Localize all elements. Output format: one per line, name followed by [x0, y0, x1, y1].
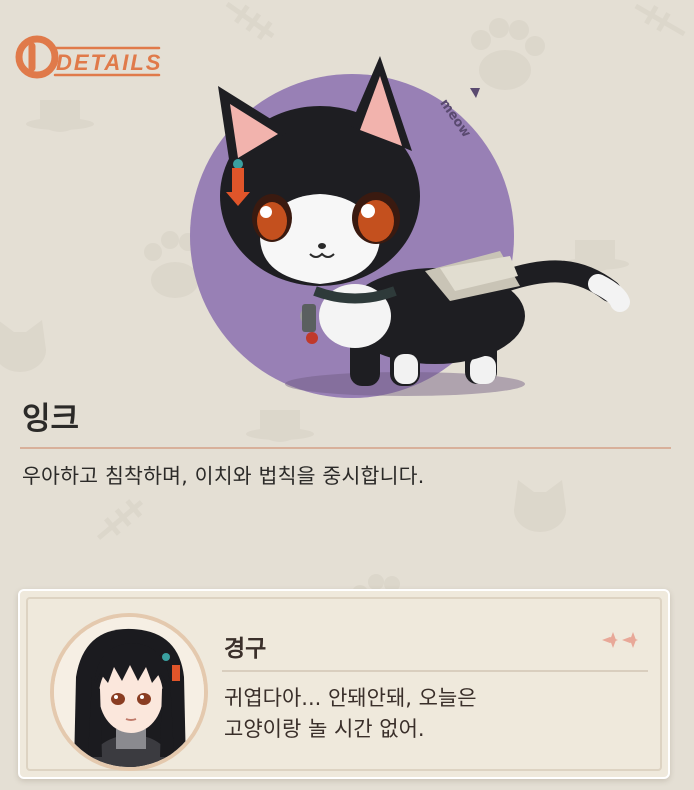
character-avatar: [50, 613, 208, 771]
dialogue-line: 고양이랑 놀 시간 없어.: [224, 717, 425, 741]
dialogue-text: 귀엽다아... 안돼안돼, 오늘은 고양이랑 놀 시간 없어.: [224, 683, 644, 745]
black-cat-illustration: meow: [190, 56, 630, 398]
dialogue-card: 경구 귀엽다아... 안돼안돼, 오늘은 고양이랑 놀 시간 없어.: [18, 589, 670, 779]
pet-description: 우아하고 침착하며, 이치와 법칙을 중시합니다.: [22, 464, 425, 488]
pet-name: 잉크: [22, 401, 80, 437]
dialogue-line: 귀엽다아... 안돼안돼, 오늘은: [224, 686, 477, 710]
character-portrait: [54, 617, 204, 767]
sparkle-icon: [602, 632, 638, 648]
details-logo: DETAILS: [15, 35, 162, 79]
speaker-name: 경구: [224, 636, 267, 662]
dialogue-card-frame: 경구 귀엽다아... 안돼안돼, 오늘은 고양이랑 놀 시간 없어.: [26, 597, 662, 771]
card-divider: [222, 670, 648, 672]
divider: [20, 447, 671, 449]
logo-text: DETAILS: [56, 50, 162, 75]
